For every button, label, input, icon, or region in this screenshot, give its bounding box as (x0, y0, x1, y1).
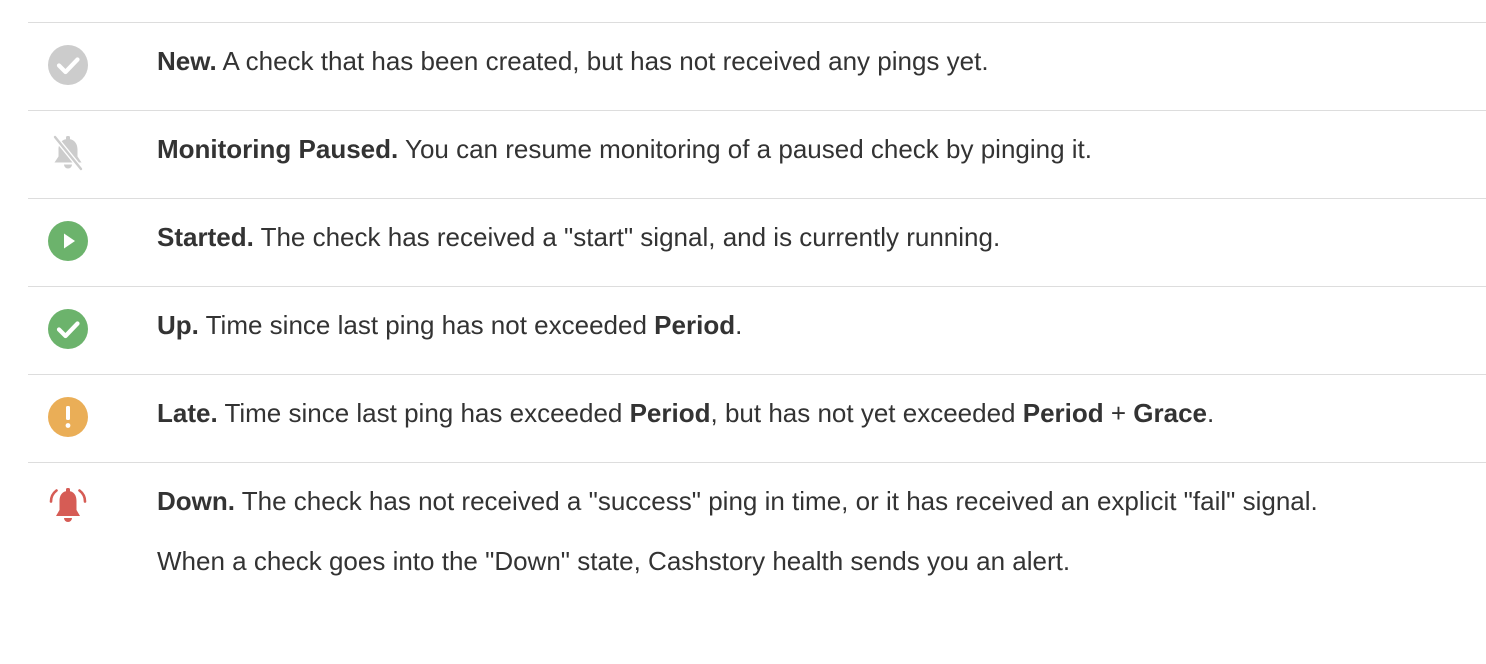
status-row-late: Late. Time since last ping has exceeded … (28, 375, 1486, 463)
status-description: Monitoring Paused. You can resume monito… (157, 133, 1092, 165)
status-description: Late. Time since last ping has exceeded … (157, 397, 1214, 429)
status-name: Down. (157, 486, 235, 516)
status-row-down: Down. The check has not received a "succ… (28, 463, 1486, 603)
check-circle-icon (48, 45, 88, 85)
status-row-paused: Monitoring Paused. You can resume monito… (28, 111, 1486, 199)
status-description: Down. The check has not received a "succ… (157, 485, 1318, 517)
status-name: Late. (157, 398, 218, 428)
grace-term: Grace (1133, 398, 1208, 428)
status-name: Up. (157, 310, 199, 340)
plus-sign: + (1103, 398, 1134, 428)
period-term: Period (654, 310, 736, 340)
status-table: New. A check that has been created, but … (28, 22, 1486, 603)
status-row-new: New. A check that has been created, but … (28, 23, 1486, 111)
status-text: The check has not received a "success" p… (235, 486, 1318, 516)
status-description: Started. The check has received a "start… (157, 221, 1000, 253)
period-term: Period (1022, 398, 1104, 428)
status-text-tail: . (1207, 398, 1215, 428)
status-description: New. A check that has been created, but … (157, 45, 989, 77)
exclamation-circle-icon (48, 397, 88, 437)
bell-ringing-icon (48, 485, 88, 525)
status-name: New. (157, 46, 217, 76)
status-name: Monitoring Paused. (157, 134, 399, 164)
status-description: Up. Time since last ping has not exceede… (157, 309, 742, 341)
status-text-tail: . (735, 310, 743, 340)
play-circle-icon (48, 221, 88, 261)
period-term: Period (629, 398, 711, 428)
status-row-up: Up. Time since last ping has not exceede… (28, 287, 1486, 375)
status-text: The check has received a "start" signal,… (253, 222, 1001, 252)
status-text-mid: , but has not yet exceeded (710, 398, 1023, 428)
status-text: You can resume monitoring of a paused ch… (398, 134, 1093, 164)
status-name: Started. (157, 222, 254, 252)
alert-note: When a check goes into the "Down" state,… (157, 546, 1071, 576)
status-text: A check that has been created, but has n… (216, 46, 989, 76)
check-circle-icon (48, 309, 88, 349)
status-row-started: Started. The check has received a "start… (28, 199, 1486, 287)
status-text: Time since last ping has not exceeded (198, 310, 655, 340)
bell-slash-icon (48, 133, 88, 173)
status-text: Time since last ping has exceeded (217, 398, 630, 428)
